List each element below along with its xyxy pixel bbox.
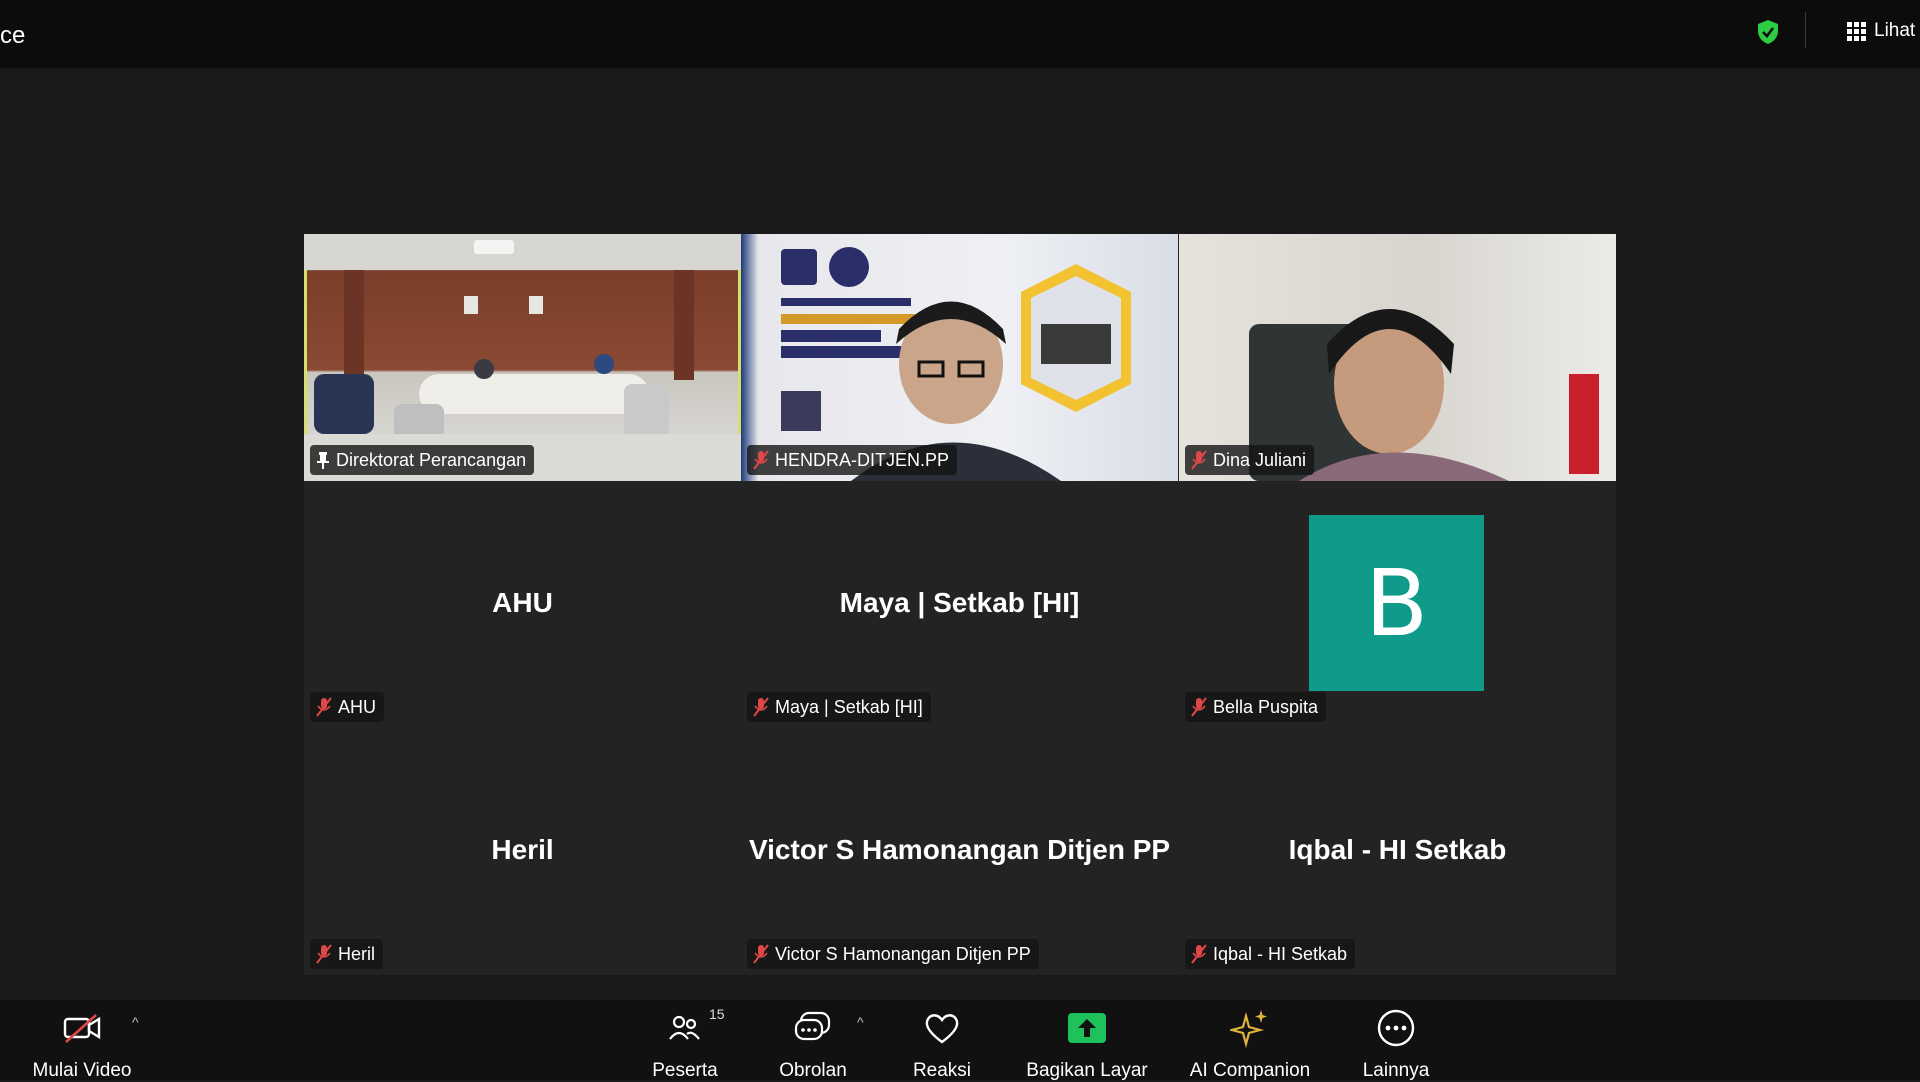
participant-name: Direktorat Perancangan xyxy=(336,449,527,470)
participant-name-badge: AHU xyxy=(310,692,385,722)
participant-name: HENDRA-DITJEN.PP xyxy=(775,449,950,470)
more-button[interactable]: Lainnya xyxy=(1326,1008,1466,1082)
mic-muted-icon xyxy=(1191,450,1207,470)
participant-display-name: Iqbal - HI Setkab xyxy=(1288,834,1507,865)
mic-muted-icon xyxy=(753,697,769,717)
pin-icon xyxy=(317,452,329,469)
video-tile-heril[interactable]: Heril Heril xyxy=(304,728,741,975)
participant-name: Iqbal - HI Setkab xyxy=(1213,943,1348,964)
toolbar-label: Lainnya xyxy=(1362,1060,1430,1081)
video-tile-hendra[interactable]: HENDRA-DITJEN.PP xyxy=(741,234,1178,481)
participant-name-badge: Victor S Hamonangan Ditjen PP xyxy=(747,939,1039,969)
meeting-controls-toolbar: Mulai Video ^ 15 Peserta Obrolan ^ Reaks… xyxy=(0,1000,1920,1082)
meeting-stage: Direktorat Perancangan HENDRA-DITJEN.PP … xyxy=(0,68,1920,1000)
toolbar-label: Peserta xyxy=(652,1060,718,1081)
view-label: Lihat xyxy=(1874,20,1916,41)
toolbar-label: Bagikan Layar xyxy=(1026,1060,1148,1081)
gallery-grid-icon xyxy=(1847,21,1866,41)
participant-name: Heril xyxy=(338,943,376,964)
video-tile-bella-puspita[interactable]: B Bella Puspita xyxy=(1179,481,1616,728)
avatar: B xyxy=(1309,515,1484,691)
participant-display-name: Victor S Hamonangan Ditjen PP xyxy=(748,834,1171,865)
participant-name-badge: Maya | Setkab [HI] xyxy=(747,692,931,722)
mic-muted-icon xyxy=(1191,944,1207,964)
mic-muted-icon xyxy=(753,944,769,964)
share-screen-icon xyxy=(1067,1008,1107,1048)
participant-name-badge: Bella Puspita xyxy=(1185,692,1327,722)
video-tile-dina-juliani[interactable]: Dina Juliani xyxy=(1179,234,1616,481)
start-video-button[interactable]: Mulai Video xyxy=(12,1008,152,1082)
video-tile-iqbal[interactable]: Iqbal - HI Setkab Iqbal - HI Setkab xyxy=(1179,728,1616,975)
toolbar-label: Reaksi xyxy=(912,1060,972,1081)
heart-icon xyxy=(923,1008,961,1048)
video-tile-victor[interactable]: Victor S Hamonangan Ditjen PP Victor S H… xyxy=(741,728,1178,975)
gallery-view: Direktorat Perancangan HENDRA-DITJEN.PP … xyxy=(304,234,1616,975)
chat-options-caret[interactable]: ^ xyxy=(857,1014,864,1030)
mic-muted-icon xyxy=(316,697,332,717)
video-off-icon xyxy=(62,1008,102,1048)
participant-name: Victor S Hamonangan Ditjen PP xyxy=(775,943,1031,964)
video-tile-direktorat-perancangan[interactable]: Direktorat Perancangan xyxy=(304,234,741,481)
chat-icon xyxy=(793,1008,833,1048)
share-screen-button[interactable]: Bagikan Layar xyxy=(1017,1008,1157,1082)
window-title: ce xyxy=(0,22,26,49)
toolbar-label: AI Companion xyxy=(1189,1060,1311,1081)
participant-name: Maya | Setkab [HI] xyxy=(775,696,923,717)
toolbar-label: Mulai Video xyxy=(32,1060,132,1081)
participant-name: Dina Juliani xyxy=(1213,449,1307,470)
participant-video xyxy=(781,247,1131,481)
mic-muted-icon xyxy=(316,944,332,964)
meeting-room-video xyxy=(304,234,741,481)
participant-display-name: Maya | Setkab [HI] xyxy=(839,587,1080,618)
participant-name-badge: HENDRA-DITJEN.PP xyxy=(747,445,958,475)
ai-companion-button[interactable]: AI Companion xyxy=(1180,1008,1320,1082)
participant-name-badge: Iqbal - HI Setkab xyxy=(1185,939,1356,969)
participant-name-badge: Direktorat Perancangan xyxy=(310,445,535,475)
view-button[interactable]: Lihat xyxy=(1847,18,1915,44)
more-icon xyxy=(1376,1008,1416,1048)
shield-check-icon[interactable] xyxy=(1756,19,1780,45)
mic-muted-icon xyxy=(753,450,769,470)
participants-icon: 15 xyxy=(667,1006,725,1048)
sparkle-icon xyxy=(1230,1008,1270,1048)
video-options-caret[interactable]: ^ xyxy=(132,1014,139,1030)
video-tile-maya[interactable]: Maya | Setkab [HI] Maya | Setkab [HI] xyxy=(741,481,1178,728)
video-tile-ahu[interactable]: AHU AHU xyxy=(304,481,741,728)
toolbar-separator xyxy=(1805,12,1806,48)
participants-button[interactable]: 15 Peserta xyxy=(615,1006,755,1082)
meeting-top-bar: ce Lihat xyxy=(0,0,1920,68)
participant-name-badge: Heril xyxy=(310,939,384,969)
participant-name-badge: Dina Juliani xyxy=(1185,445,1315,475)
participant-name: AHU xyxy=(338,696,377,717)
participant-display-name: AHU xyxy=(492,587,553,618)
participant-name: Bella Puspita xyxy=(1213,696,1319,717)
toolbar-label: Obrolan xyxy=(779,1060,847,1081)
participant-display-name: Heril xyxy=(491,834,554,865)
participant-video xyxy=(1249,309,1599,481)
mic-muted-icon xyxy=(1191,697,1207,717)
participant-count: 15 xyxy=(709,1006,725,1022)
reactions-button[interactable]: Reaksi xyxy=(872,1008,1012,1082)
